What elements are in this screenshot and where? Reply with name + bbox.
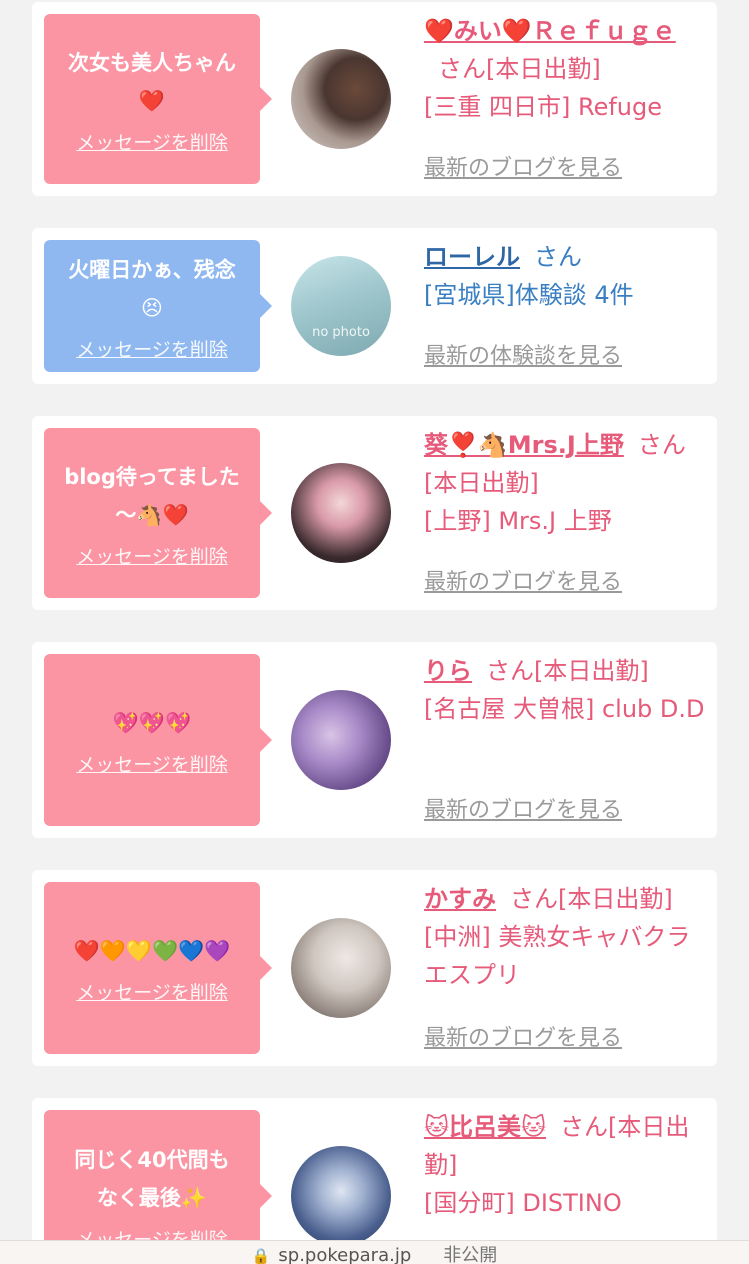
user-name-link[interactable]: ローレル (424, 243, 520, 271)
user-info: 葵❣️🐴Mrs.J上野 さん[本日出勤] [上野] Mrs.J 上野 (424, 426, 706, 540)
list-item: 次女も美人ちゃん ❤️ メッセージを削除 ❤️みい❤️Ｒｅｆｕｇｅ さん[本日出勤… (32, 2, 717, 196)
message-text: ❤️🧡💛💚💙💜 (73, 938, 231, 963)
avatar[interactable]: no photo (291, 256, 391, 356)
shop-info: [三重 四日市] Refuge (424, 93, 663, 121)
user-name-link[interactable]: かすみ (424, 885, 496, 913)
user-status: さん[本日出勤] (510, 885, 673, 913)
user-status: さん[本日出勤] (438, 55, 601, 83)
user-name-link[interactable]: りら (424, 657, 472, 685)
message-text: 同じく40代間も なく最後✨ (74, 1147, 230, 1210)
list-item: blog待ってました 〜🐴❤️ メッセージを削除 葵❣️🐴Mrs.J上野 さん[本… (32, 416, 717, 610)
latest-review-link[interactable]: 最新の体験談を見る (424, 338, 622, 370)
shop-info: [名古屋 大曽根] club D.D (424, 695, 705, 723)
user-info: ローレル さん [宮城県]体験談 4件 (424, 238, 706, 314)
message-text: 💖💖💖 (112, 710, 192, 735)
user-info: りら さん[本日出勤] [名古屋 大曽根] club D.D (424, 652, 706, 728)
message-text: 次女も美人ちゃん ❤️ (68, 50, 236, 113)
message-bubble: ❤️🧡💛💚💙💜 メッセージを削除 (44, 882, 272, 1054)
latest-blog-link[interactable]: 最新のブログを見る (424, 564, 622, 596)
private-mode-label: 非公開 (443, 1245, 498, 1264)
user-status: さん (534, 243, 582, 271)
user-name-link[interactable]: ❤️みい❤️Ｒｅｆｕｇｅ (424, 17, 676, 45)
avatar[interactable] (291, 463, 391, 563)
delete-message-link[interactable]: メッセージを削除 (76, 128, 228, 155)
delete-message-link[interactable]: メッセージを削除 (76, 750, 228, 777)
shop-info: [中洲] 美熟女キャバクラ エスプリ (424, 923, 691, 989)
delete-message-link[interactable]: メッセージを削除 (76, 542, 228, 569)
list-item: 火曜日かぁ、残念 😣 メッセージを削除 no photo ローレル さん [宮城県… (32, 228, 717, 384)
message-text: 火曜日かぁ、残念 😣 (68, 257, 236, 320)
shop-info: [国分町] DISTINO (424, 1189, 622, 1217)
user-info: かすみ さん[本日出勤] [中洲] 美熟女キャバクラ エスプリ (424, 880, 706, 994)
lock-icon: 🔒 (251, 1247, 271, 1264)
message-bubble: 火曜日かぁ、残念 😣 メッセージを削除 (44, 240, 272, 372)
browser-address-bar[interactable]: 🔒 sp.pokepara.jp 非公開 (0, 1240, 749, 1264)
list-item: ❤️🧡💛💚💙💜 メッセージを削除 かすみ さん[本日出勤] [中洲] 美熟女キャバ… (32, 870, 717, 1066)
message-bubble: blog待ってました 〜🐴❤️ メッセージを削除 (44, 428, 272, 598)
url-text: sp.pokepara.jp (278, 1245, 412, 1264)
shop-info: [上野] Mrs.J 上野 (424, 507, 612, 535)
delete-message-link[interactable]: メッセージを削除 (76, 335, 228, 362)
user-status: さん[本日出勤] (486, 657, 649, 685)
user-name-link[interactable]: 葵❣️🐴Mrs.J上野 (424, 431, 624, 459)
latest-blog-link[interactable]: 最新のブログを見る (424, 792, 622, 824)
user-name-link[interactable]: 🐱比呂美🐱 (424, 1113, 546, 1141)
avatar[interactable] (291, 918, 391, 1018)
no-photo-label: no photo (312, 325, 370, 340)
latest-blog-link[interactable]: 最新のブログを見る (424, 1020, 622, 1052)
shop-info: [宮城県]体験談 4件 (424, 281, 634, 309)
message-text: blog待ってました 〜🐴❤️ (64, 464, 240, 527)
list-item: 同じく40代間も なく最後✨ メッセージを削除 🐱比呂美🐱さん[本日出勤] [国… (32, 1098, 717, 1263)
list-item: 💖💖💖 メッセージを削除 りら さん[本日出勤] [名古屋 大曽根] club D… (32, 642, 717, 838)
user-info: ❤️みい❤️Ｒｅｆｕｇｅ さん[本日出勤] [三重 四日市] Refuge (424, 12, 706, 126)
avatar[interactable] (291, 49, 391, 149)
delete-message-link[interactable]: メッセージを削除 (76, 978, 228, 1005)
avatar[interactable] (291, 690, 391, 790)
message-bubble: 次女も美人ちゃん ❤️ メッセージを削除 (44, 14, 272, 184)
message-bubble: 💖💖💖 メッセージを削除 (44, 654, 272, 826)
latest-blog-link[interactable]: 最新のブログを見る (424, 150, 622, 182)
avatar[interactable] (291, 1146, 391, 1246)
user-info: 🐱比呂美🐱 さん[本日出勤] [国分町] DISTINO (424, 1108, 706, 1222)
